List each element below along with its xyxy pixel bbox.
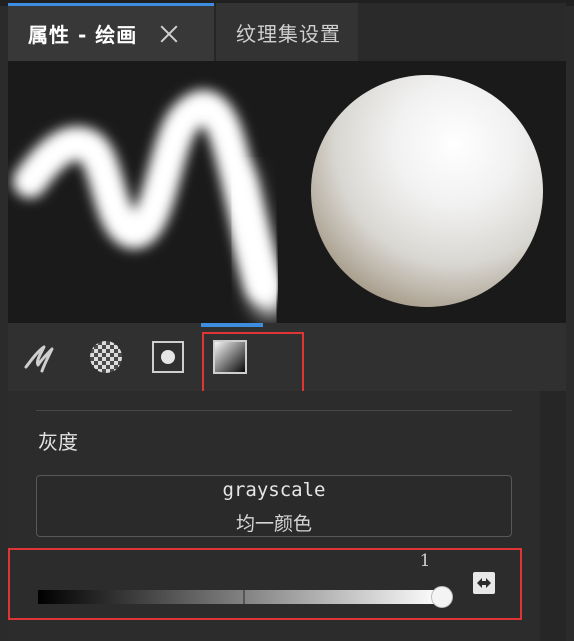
channel-name: grayscale (222, 479, 326, 501)
active-tool-indicator (201, 323, 263, 327)
tab-label: 纹理集设置 (236, 21, 341, 46)
channel-mode: 均一颜色 (235, 513, 312, 535)
checker-alpha-icon[interactable] (86, 337, 126, 377)
tab-label: 属性 - 绘画 (28, 23, 138, 47)
tab-bar: 属性 - 绘画 纹理集设置 (8, 3, 566, 61)
brush-preview-area (8, 61, 566, 323)
channel-selector[interactable]: grayscale 均一颜色 (36, 475, 512, 537)
section-divider (36, 410, 512, 411)
panel-scrollbar-track[interactable] (540, 391, 566, 641)
slider-highlight (8, 548, 522, 620)
close-icon[interactable] (159, 24, 179, 44)
tab-properties-paint[interactable]: 属性 - 绘画 (8, 3, 214, 61)
material-tool-highlight (202, 332, 304, 396)
brush-stroke-icon[interactable] (20, 337, 60, 377)
material-sphere-preview (311, 75, 543, 307)
grayscale-section-label: 灰度 (38, 430, 78, 454)
stencil-dot-icon[interactable] (148, 337, 188, 377)
tab-texture-set-settings[interactable]: 纹理集设置 (214, 3, 358, 61)
